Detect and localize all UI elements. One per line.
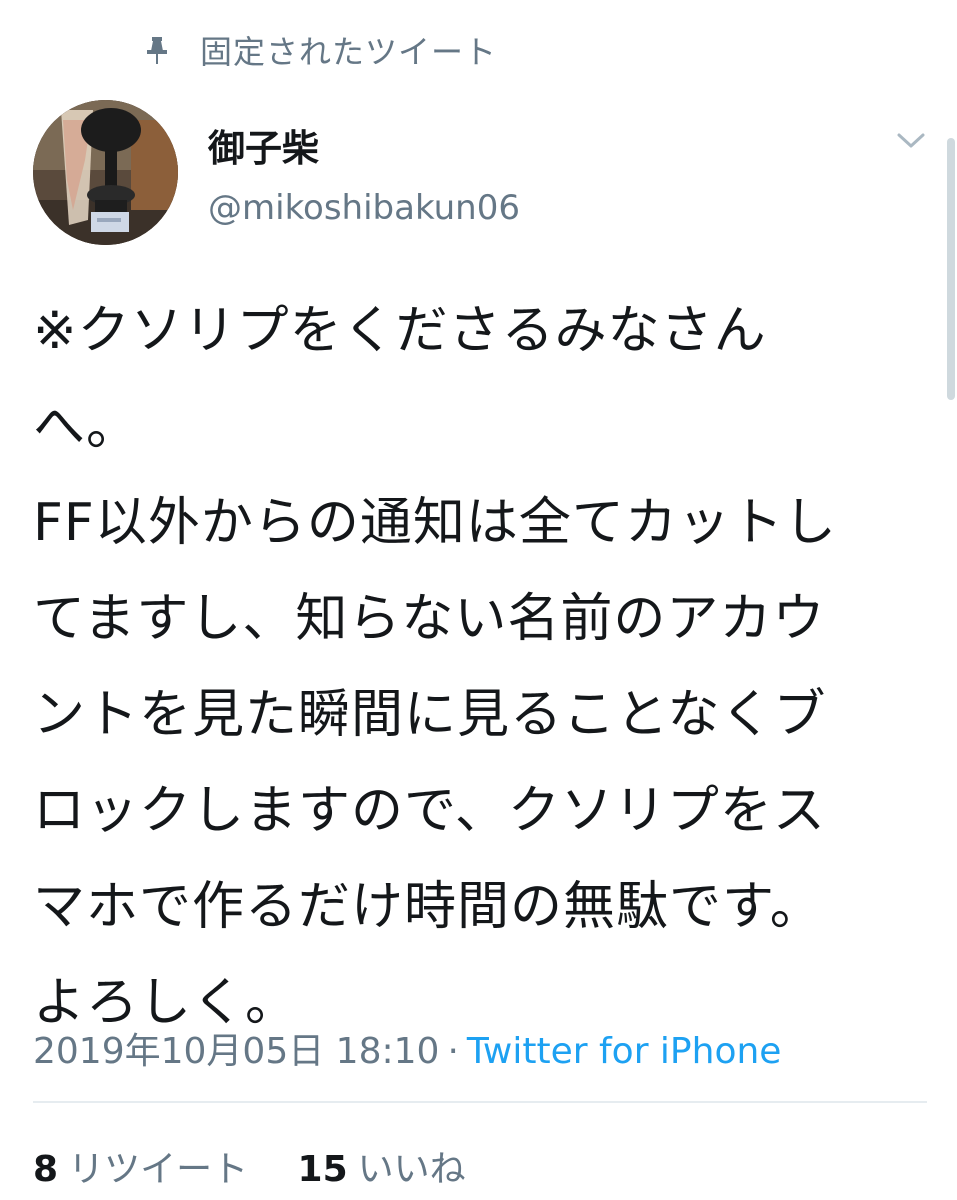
tweet-meta: 2019年10月05日 18:10 · Twitter for iPhone — [33, 1022, 781, 1074]
pinned-indicator: 固定されたツイート — [140, 26, 497, 74]
meta-separator: · — [447, 1031, 459, 1072]
retweets-label: リツイート — [68, 1149, 249, 1190]
tweet-menu-chevron-down-icon[interactable] — [893, 126, 929, 156]
divider — [33, 1101, 927, 1103]
pin-icon — [140, 33, 174, 67]
retweets-count: 8 — [33, 1149, 59, 1190]
tweet-text: ※クソリプをくださるみなさん へ。 FF以外からの通知は全てカットし てますし、… — [33, 301, 837, 1033]
trophy-photo-avatar — [33, 100, 178, 245]
likes-count: 15 — [297, 1149, 348, 1190]
tweet-source-link[interactable]: Twitter for iPhone — [467, 1031, 782, 1072]
tweet-stats: 8 リツイート 15 いいね — [33, 1140, 504, 1192]
author-handle[interactable]: @mikoshibakun06 — [208, 188, 520, 228]
pinned-label: 固定されたツイート — [200, 33, 498, 71]
retweets-stat[interactable]: 8 リツイート — [33, 1149, 248, 1190]
author-name[interactable]: 御子柴 — [208, 118, 319, 172]
likes-stat[interactable]: 15 いいね — [298, 1149, 466, 1190]
scrollbar[interactable] — [947, 138, 955, 400]
likes-label: いいね — [357, 1149, 466, 1190]
tweet-detail-page: 固定されたツイート 御子柴 @mikoshibakun06 ※クソリプをくださる… — [0, 0, 957, 1200]
tweet-timestamp[interactable]: 2019年10月05日 18:10 — [33, 1031, 439, 1072]
author-avatar[interactable] — [33, 100, 178, 245]
